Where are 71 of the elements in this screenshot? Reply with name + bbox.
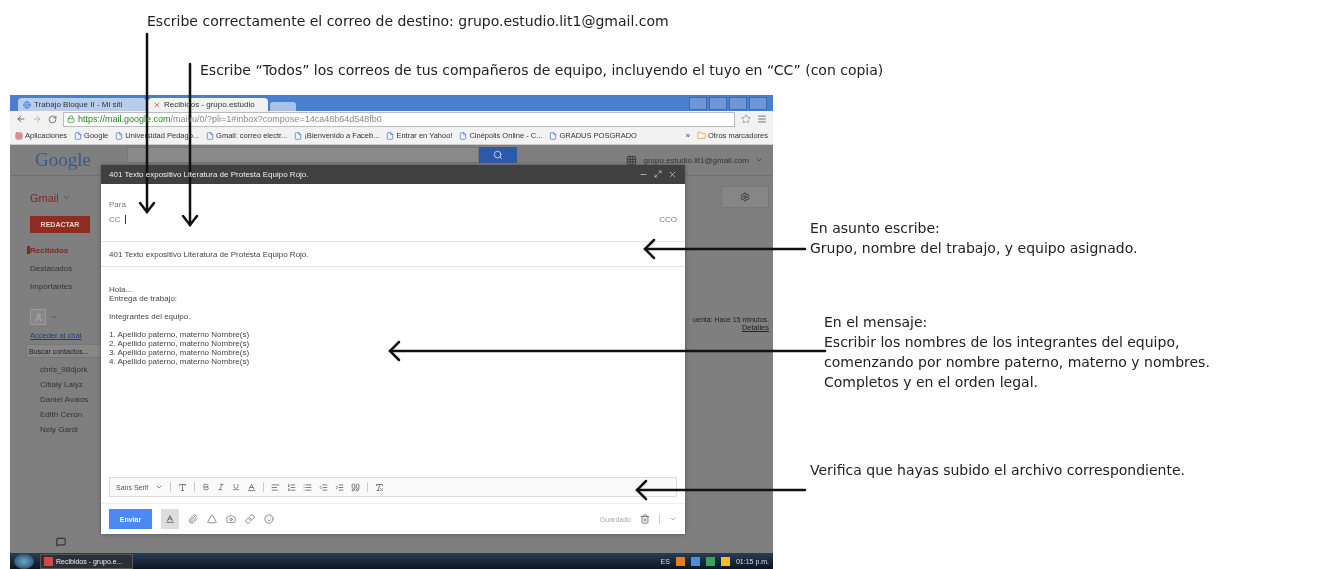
instruction-text: Escribe “Todos” los correos de tus compañeros de equipo, incluyendo el tuyo en “CC” (con copia) xyxy=(199,61,885,80)
text-color-icon[interactable] xyxy=(247,482,257,492)
indent-icon[interactable] xyxy=(335,482,345,492)
clear-formatting-icon[interactable] xyxy=(375,482,385,492)
trash-icon[interactable] xyxy=(640,514,650,524)
compose-title: 401 Texto expositivo Literatura de Protesta Equipo Rojo. xyxy=(109,170,309,179)
align-icon[interactable] xyxy=(271,482,281,492)
quote-icon[interactable] xyxy=(351,482,361,492)
bold-icon[interactable] xyxy=(202,483,211,491)
settings-button[interactable] xyxy=(721,186,769,208)
menu-icon[interactable] xyxy=(757,114,767,124)
message-paragraph: Integrantes del equipo. xyxy=(109,312,191,321)
search-button[interactable] xyxy=(478,147,517,163)
paperclip-icon[interactable] xyxy=(188,514,198,524)
instruction-text: Escribe correctamente el correo de destino: grupo.estudio.lit1@gmail.com xyxy=(146,12,670,31)
apps-icon[interactable] xyxy=(626,154,638,166)
italic-icon[interactable] xyxy=(217,483,226,491)
message-paragraph: 1. Apellido paterno, materno Nombre(s) 2. Apellido paterno, materno Nombre(s) 3. Apellido paterno, materno Nombre(s) 4. Apellido paterno, materno Nombre(s) xyxy=(109,330,250,366)
formatting-toggle[interactable] xyxy=(161,509,179,529)
maximize-button[interactable] xyxy=(729,96,747,110)
caret-icon xyxy=(61,193,71,202)
close-icon[interactable] xyxy=(668,170,677,179)
text-format-icon xyxy=(165,514,175,524)
caret-icon[interactable] xyxy=(155,483,164,491)
start-button[interactable] xyxy=(14,553,34,569)
numbered-list-icon[interactable] xyxy=(287,482,297,492)
caret-icon xyxy=(755,156,763,164)
bullet-list-icon[interactable] xyxy=(303,482,313,492)
bcc-link[interactable]: CCO xyxy=(659,215,677,224)
annotation-text: comenzando por nombre paterno, materno y nombres. xyxy=(824,353,1210,372)
annotation-text: Completos y en el orden legal. xyxy=(824,373,1039,392)
folder-icon xyxy=(696,131,706,140)
reload-icon[interactable] xyxy=(48,114,57,124)
browser-tab[interactable]: Trabajo Bloque II - Mi siti xyxy=(18,98,146,111)
text-size-icon[interactable] xyxy=(178,482,188,492)
page-icon xyxy=(459,131,468,140)
page-icon xyxy=(74,131,83,140)
back-icon[interactable] xyxy=(16,114,26,124)
annotation-text: Escribir los nombres de los integrantes del equipo, xyxy=(824,333,1181,352)
settings-icon xyxy=(740,192,750,202)
page-icon xyxy=(549,131,558,140)
camera-icon[interactable] xyxy=(226,514,236,524)
lock-icon xyxy=(67,115,75,123)
forward-icon[interactable] xyxy=(32,114,42,124)
link-icon[interactable] xyxy=(245,514,255,524)
search-icon xyxy=(492,150,503,160)
subject-field[interactable]: 401 Texto expositivo Literatura de Protesta Equipo Rojo. xyxy=(101,242,685,267)
page-icon xyxy=(206,131,215,140)
annotation-text: En asunto escribe: xyxy=(810,219,941,238)
minimize-button[interactable] xyxy=(709,96,727,110)
annotation-text: Verifica que hayas subido el archivo correspondiente. xyxy=(810,461,1187,480)
user-button[interactable] xyxy=(689,96,707,110)
page-icon xyxy=(115,131,124,140)
globe-icon xyxy=(23,100,31,109)
close-button[interactable] xyxy=(749,96,767,110)
smile-icon[interactable] xyxy=(264,514,274,524)
page-icon xyxy=(386,131,395,140)
logo-text: Google xyxy=(35,149,91,171)
underline-icon[interactable] xyxy=(232,483,241,491)
expand-icon[interactable] xyxy=(654,170,662,178)
star-icon[interactable] xyxy=(741,114,751,124)
chat-icon[interactable] xyxy=(56,537,66,547)
outdent-icon[interactable] xyxy=(319,482,329,492)
caret-icon[interactable] xyxy=(669,515,677,523)
annotation-text: Grupo, nombre del trabajo, y equipo asignado. xyxy=(810,239,1139,258)
message-paragraph: Hola... Entrega de trabajo: xyxy=(109,285,178,303)
annotation-text: En el mensaje: xyxy=(824,313,929,332)
cc-field[interactable]: CC xyxy=(109,215,126,224)
search-field[interactable] xyxy=(126,147,479,163)
to-label: Para xyxy=(109,200,126,209)
page-icon xyxy=(294,131,303,140)
